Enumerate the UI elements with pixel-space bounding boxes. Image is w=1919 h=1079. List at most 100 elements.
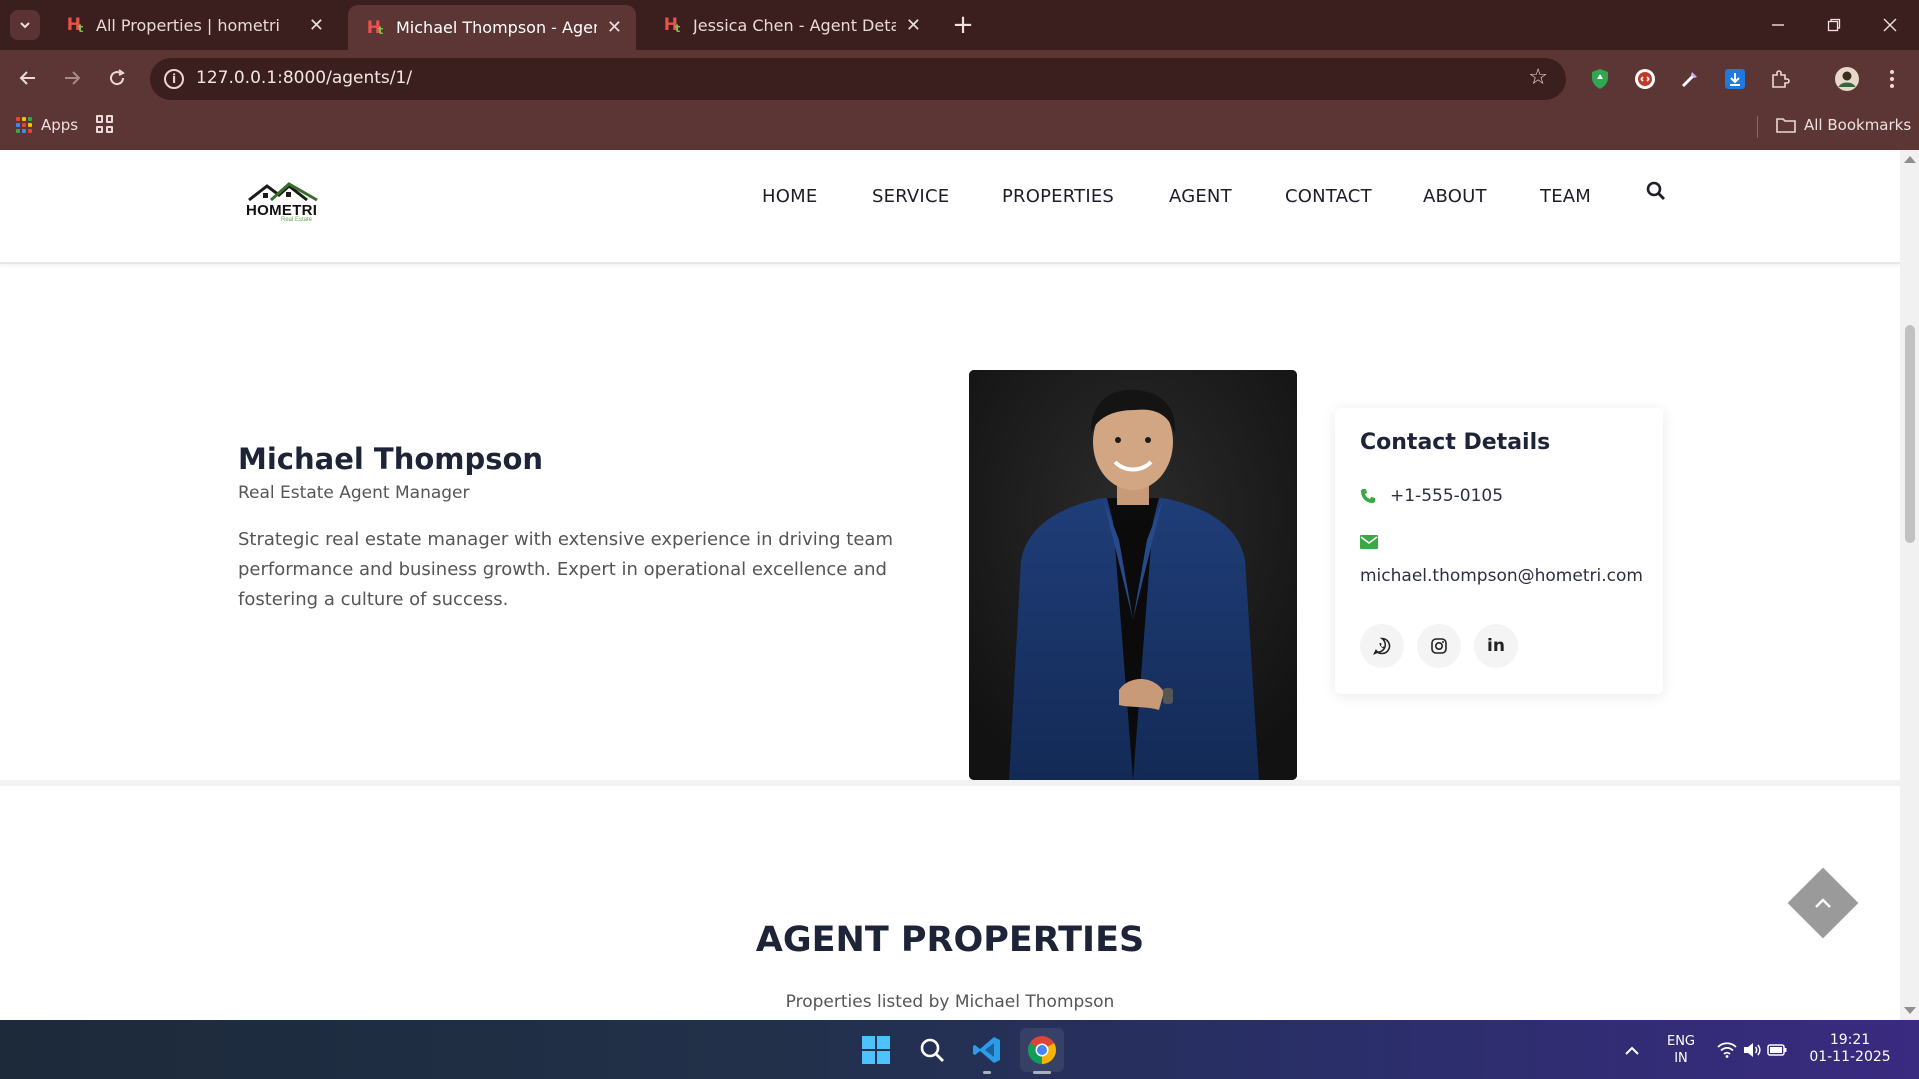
reload-icon [110, 69, 125, 86]
tab-search-button[interactable] [10, 10, 40, 40]
arrow-right-icon [65, 71, 81, 85]
volume-icon [1744, 1043, 1761, 1057]
agent-photo [969, 370, 1297, 780]
chevron-up-icon[interactable] [1808, 888, 1838, 918]
nav-properties[interactable]: PROPERTIES [1002, 181, 1114, 211]
nav-about[interactable]: ABOUT [1423, 181, 1487, 211]
contact-phone[interactable]: +1-555-0105 [1390, 486, 1503, 506]
scroll-down-arrow[interactable] [1904, 1007, 1916, 1014]
download-extension-icon[interactable] [1720, 64, 1750, 94]
site-info-icon[interactable]: i [164, 69, 184, 89]
tab-agent-jessica-chen[interactable]: Ht Jessica Chen - Agent Details | h ✕ [645, 5, 935, 45]
bookmark-star-icon[interactable]: ☆ [1528, 65, 1548, 90]
whatsapp-button[interactable] [1360, 624, 1404, 668]
apps-bookmark[interactable]: Apps [16, 116, 78, 134]
restore-icon [1827, 18, 1841, 32]
close-icon[interactable]: ✕ [906, 15, 921, 36]
hometri-favicon-icon: Ht [663, 15, 681, 35]
bookmark-separator [1757, 116, 1758, 138]
whatsapp-icon [1373, 637, 1391, 655]
nav-service[interactable]: SERVICE [872, 181, 949, 211]
all-bookmarks-label: All Bookmarks [1804, 116, 1912, 134]
tab-title: All Properties | hometri [96, 15, 280, 35]
close-window-button[interactable] [1862, 0, 1918, 50]
vscode-running-indicator [983, 1071, 991, 1074]
chrome-icon [1028, 1036, 1056, 1064]
minimize-icon [1772, 24, 1784, 26]
browser-menu-icon[interactable] [1877, 64, 1907, 94]
vscode-icon [973, 1037, 1000, 1063]
agent-properties-subtitle: Properties listed by Michael Thompson [785, 992, 1115, 1012]
tab-agent-michael-thompson[interactable]: Ht Michael Thompson - Agent Det ✕ [348, 5, 636, 50]
wifi-icon [1717, 1042, 1737, 1058]
profile-avatar[interactable] [1832, 64, 1862, 94]
restore-button[interactable] [1806, 0, 1862, 50]
close-icon[interactable]: ✕ [607, 17, 622, 38]
nav-team[interactable]: TEAM [1540, 181, 1591, 211]
close-icon [1883, 18, 1897, 32]
tab-groups-button[interactable] [96, 115, 114, 133]
house-roof-logo-icon [248, 182, 318, 202]
folder-icon [1776, 118, 1796, 133]
tab-title: Michael Thompson - Agent Det [396, 18, 597, 37]
close-icon[interactable]: ✕ [309, 15, 324, 36]
hometri-logo[interactable]: HOMETRI Real Estate [245, 180, 325, 228]
battery-icon [1767, 1044, 1787, 1056]
nav-contact[interactable]: CONTACT [1285, 181, 1372, 211]
linkedin-button[interactable]: in [1474, 624, 1518, 668]
section-divider [0, 780, 1900, 786]
new-tab-button[interactable]: + [948, 10, 978, 40]
search-icon[interactable] [1645, 180, 1669, 204]
page-viewport: HOMETRI Real Estate HOME SERVICE PROPERT… [0, 150, 1900, 1020]
chrome-taskbar-button[interactable] [1020, 1028, 1064, 1072]
url-text[interactable]: 127.0.0.1:8000/agents/1/ [196, 68, 412, 88]
chrome-active-indicator [1033, 1071, 1051, 1074]
scroll-up-arrow[interactable] [1904, 156, 1916, 163]
page-scrollbar[interactable] [1900, 150, 1919, 1020]
arrow-left-icon [19, 71, 35, 85]
forward-button[interactable] [56, 62, 88, 94]
address-bar[interactable]: i 127.0.0.1:8000/agents/1/ ☆ [150, 58, 1566, 100]
tab-all-properties[interactable]: Ht All Properties | hometri ✕ [48, 5, 338, 45]
back-button[interactable] [12, 62, 44, 94]
windows-start-button[interactable] [854, 1028, 898, 1072]
minimize-button[interactable] [1750, 0, 1806, 50]
extensions-puzzle-icon[interactable] [1765, 64, 1795, 94]
site-header: HOMETRI Real Estate HOME SERVICE PROPERT… [0, 150, 1900, 264]
contact-details-title: Contact Details [1360, 430, 1551, 455]
vscode-taskbar-button[interactable] [965, 1028, 1009, 1072]
browser-tab-bar: Ht All Properties | hometri ✕ Ht Michael… [0, 0, 1919, 50]
all-bookmarks-button[interactable]: All Bookmarks [1776, 116, 1911, 134]
apps-label: Apps [41, 116, 79, 134]
envelope-icon [1360, 534, 1378, 549]
devtools-extension-icon[interactable] [1630, 64, 1660, 94]
clock[interactable]: 19:21 01-11-2025 [1808, 1032, 1892, 1066]
apps-grid-icon [16, 117, 32, 133]
shield-extension-icon[interactable] [1585, 64, 1615, 94]
search-icon [920, 1038, 944, 1062]
agent-properties-title: AGENT PROPERTIES [755, 920, 1145, 960]
hometri-favicon-icon: Ht [66, 15, 84, 35]
chevron-up-icon [1625, 1046, 1639, 1055]
nav-agent[interactable]: AGENT [1169, 181, 1232, 211]
logo-subtext: Real Estate [281, 217, 313, 223]
instagram-button[interactable] [1417, 624, 1461, 668]
instagram-icon [1431, 638, 1447, 654]
contact-email[interactable]: michael.thompson@hometri.com [1360, 566, 1643, 586]
windows-logo-icon [862, 1036, 890, 1064]
system-tray-status[interactable] [1712, 1028, 1792, 1072]
language-indicator[interactable]: ENG IN [1656, 1033, 1706, 1067]
contact-details-card: Contact Details +1-555-0105 michael.thom… [1335, 408, 1663, 694]
phone-icon [1360, 488, 1376, 504]
clock-time: 19:21 [1829, 1032, 1871, 1048]
taskbar-search-button[interactable] [910, 1028, 954, 1072]
clock-date: 01-11-2025 [1809, 1049, 1891, 1065]
nav-home[interactable]: HOME [762, 181, 817, 211]
linkedin-icon: in [1487, 636, 1505, 656]
tab-title: Jessica Chen - Agent Details | h [693, 15, 896, 35]
color-picker-extension-icon[interactable] [1675, 64, 1705, 94]
scroll-thumb[interactable] [1905, 325, 1915, 543]
chevron-down-icon [20, 22, 30, 29]
reload-button[interactable] [101, 62, 133, 94]
show-hidden-icons-button[interactable] [1610, 1028, 1654, 1072]
